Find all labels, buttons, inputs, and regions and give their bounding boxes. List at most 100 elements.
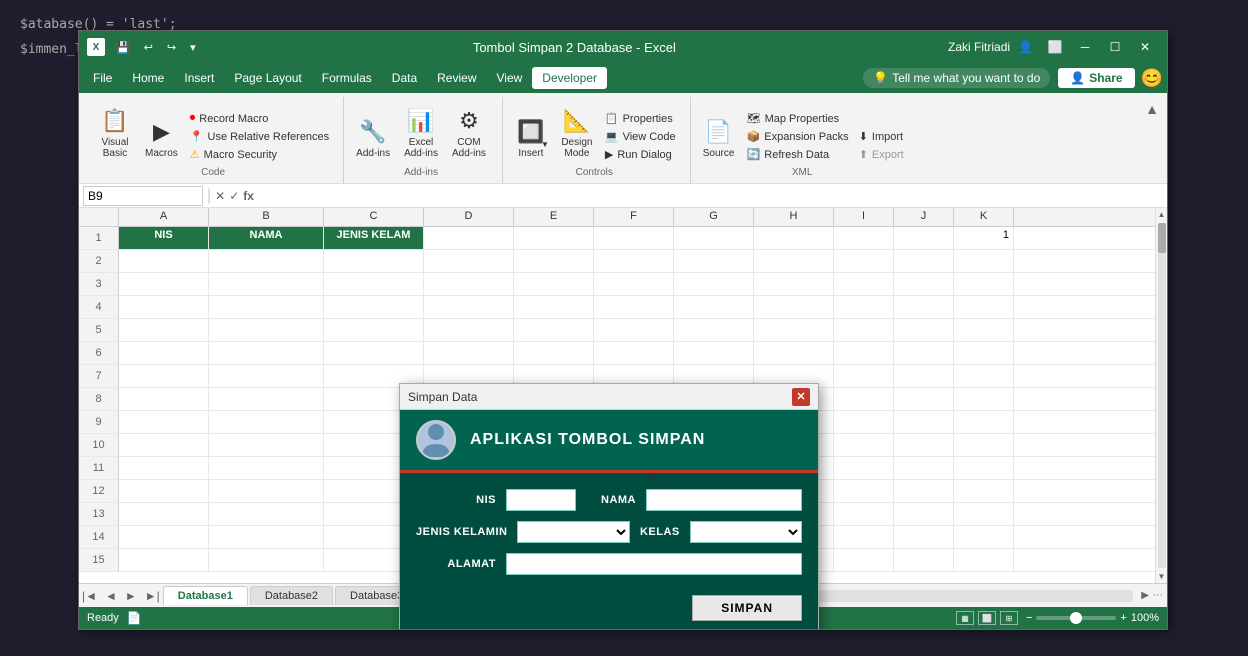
scroll-right-btn[interactable]: ▶	[1141, 590, 1149, 601]
zoom-track[interactable]	[1036, 616, 1116, 620]
table-row: 2	[79, 250, 1155, 273]
design-mode-button[interactable]: 📐 Design Mode	[555, 99, 599, 163]
cell-b1[interactable]: NAMA	[209, 227, 324, 249]
addins-group-label: Add-ins	[350, 167, 492, 181]
name-box[interactable]	[83, 186, 203, 206]
menu-developer[interactable]: Developer	[532, 67, 607, 89]
xml-import-export: ⬇ Import ⬆ Export	[855, 128, 908, 163]
refresh-data-button[interactable]: 🔄 Refresh Data	[743, 146, 853, 163]
zoom-thumb[interactable]	[1070, 612, 1082, 624]
sheet-tab-options[interactable]: ⋯	[1153, 590, 1167, 601]
kelas-select[interactable]: X XI XII	[690, 521, 802, 543]
scroll-up-arrow[interactable]: ▲	[1156, 208, 1167, 221]
dialog-form: NIS NAMA JENIS KELAMIN Laki-laki Peremp	[400, 473, 818, 591]
relative-references-button[interactable]: 📍 Use Relative References	[186, 128, 333, 145]
ribbon-collapse-arrow[interactable]: ▲	[1145, 97, 1159, 183]
close-button[interactable]: ✕	[1131, 36, 1159, 58]
visual-basic-button[interactable]: 📋 Visual Basic	[93, 99, 137, 163]
view-code-button[interactable]: 💻 View Code	[601, 128, 680, 145]
cell-a1[interactable]: NIS	[119, 227, 209, 249]
simpan-data-dialog[interactable]: Simpan Data ✕ APLIKASI	[399, 383, 819, 629]
zoom-out-button[interactable]: −	[1026, 612, 1032, 624]
com-addins-button[interactable]: ⚙ COM Add-ins	[446, 99, 492, 163]
insert-function-icon[interactable]: fx	[243, 189, 254, 203]
map-properties-button[interactable]: 🗺 Map Properties	[743, 110, 853, 127]
dialog-close-button[interactable]: ✕	[792, 388, 810, 406]
menu-page-layout[interactable]: Page Layout	[224, 67, 311, 89]
confirm-formula-icon[interactable]: ✓	[229, 189, 239, 203]
share-button[interactable]: 👤 Share	[1058, 68, 1134, 88]
export-button[interactable]: ⬆ Export	[855, 146, 908, 163]
save-button[interactable]: 💾	[111, 39, 135, 56]
addins-button[interactable]: 🔧 Add-ins	[350, 99, 396, 163]
formula-input[interactable]	[258, 188, 1163, 204]
cell-f1[interactable]	[594, 227, 674, 249]
cell-d1[interactable]	[424, 227, 514, 249]
table-row: 5	[79, 319, 1155, 342]
quick-access-toolbar: 💾 ↩ ↪ ▾	[111, 39, 201, 56]
cell-e1[interactable]	[514, 227, 594, 249]
properties-button[interactable]: 📋 Properties	[601, 110, 680, 127]
properties-icon: 📋	[605, 112, 619, 125]
menu-data[interactable]: Data	[382, 67, 427, 89]
undo-button[interactable]: ↩	[139, 39, 158, 56]
menu-formulas[interactable]: Formulas	[312, 67, 382, 89]
normal-view-icon[interactable]: ▦	[956, 611, 974, 625]
excel-addins-button[interactable]: 📊 Excel Add-ins	[398, 99, 444, 163]
scroll-down-arrow[interactable]: ▼	[1156, 570, 1167, 583]
simpan-button[interactable]: SIMPAN	[692, 595, 802, 621]
jenis-kelamin-select[interactable]: Laki-laki Perempuan	[517, 521, 629, 543]
run-dialog-button[interactable]: ▶ Run Dialog	[601, 146, 680, 163]
xml-group-label: XML	[697, 167, 908, 181]
zoom-in-button[interactable]: +	[1120, 612, 1126, 624]
excel-icon: X	[87, 38, 105, 56]
vertical-scrollbar[interactable]: ▲ ▼	[1155, 208, 1167, 583]
prev-sheet-btn[interactable]: ◄	[102, 589, 120, 603]
nis-input[interactable]	[506, 489, 576, 511]
sheet-tab-database2[interactable]: Database2	[250, 586, 333, 605]
first-sheet-btn[interactable]: |◄	[79, 589, 100, 603]
nama-input[interactable]	[646, 489, 802, 511]
com-icon: ⚙	[459, 108, 479, 134]
macro-security-button[interactable]: ⚠ Macro Security	[186, 146, 333, 163]
alamat-input[interactable]	[506, 553, 802, 575]
map-icon: 🗺	[747, 112, 761, 125]
cell-i1[interactable]	[834, 227, 894, 249]
source-button[interactable]: 📄 Source	[697, 99, 741, 163]
menu-file[interactable]: File	[83, 67, 122, 89]
col-header-d: D	[424, 208, 514, 226]
maximize-button[interactable]: ☐	[1101, 36, 1129, 58]
next-sheet-btn[interactable]: ►	[122, 589, 140, 603]
redo-button[interactable]: ↪	[162, 39, 181, 56]
menu-insert[interactable]: Insert	[174, 67, 224, 89]
scroll-thumb[interactable]	[1158, 223, 1166, 253]
page-layout-view-icon[interactable]: ⬜	[978, 611, 996, 625]
cancel-formula-icon[interactable]: ✕	[215, 189, 225, 203]
nama-label: NAMA	[586, 494, 636, 506]
xml-small-buttons: 🗺 Map Properties 📦 Expansion Packs 🔄 Ref…	[743, 110, 853, 163]
page-break-view-icon[interactable]: ⊞	[1000, 611, 1018, 625]
last-sheet-btn[interactable]: ►|	[142, 589, 163, 603]
status-left: Ready 📄	[87, 611, 142, 625]
cell-c1[interactable]: JENIS KELAM	[324, 227, 424, 249]
ribbon-collapse-button[interactable]: ⬜	[1041, 36, 1069, 58]
menu-view[interactable]: View	[487, 67, 533, 89]
cell-g1[interactable]	[674, 227, 754, 249]
expansion-packs-button[interactable]: 📦 Expansion Packs	[743, 128, 853, 145]
record-macro-button[interactable]: ⏺ Record Macro	[186, 110, 333, 127]
cell-j1[interactable]	[894, 227, 954, 249]
customize-qat-button[interactable]: ▾	[185, 39, 201, 56]
macros-button[interactable]: ▶ Macros	[139, 99, 184, 163]
insert-control-button[interactable]: 🔲 Insert ▼	[509, 99, 553, 163]
insert-dropdown-arrow[interactable]: ▼	[541, 140, 549, 149]
sheet-tab-database1[interactable]: Database1	[163, 586, 248, 605]
menu-home[interactable]: Home	[122, 67, 174, 89]
tell-me-box[interactable]: 💡 Tell me what you want to do	[863, 68, 1050, 88]
menu-review[interactable]: Review	[427, 67, 486, 89]
cell-h1[interactable]	[754, 227, 834, 249]
minimize-button[interactable]: ─	[1071, 36, 1099, 58]
source-icon: 📄	[705, 119, 732, 145]
cell-k1[interactable]: 1	[954, 227, 1014, 249]
import-button[interactable]: ⬇ Import	[855, 128, 908, 145]
scroll-track[interactable]	[1158, 223, 1166, 568]
